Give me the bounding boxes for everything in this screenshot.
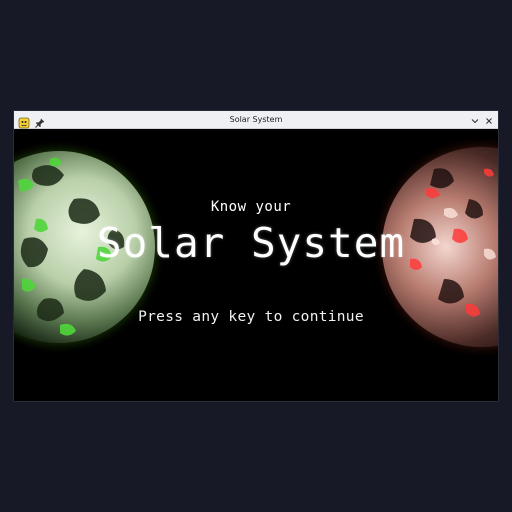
title-bar[interactable]: Solar System	[14, 111, 498, 129]
continue-prompt: Press any key to continue	[138, 309, 364, 325]
splash-title: Solar System	[96, 219, 406, 267]
app-window: Solar System Know your Solar System Pres…	[14, 111, 498, 401]
splash-subtitle: Know your	[210, 199, 292, 215]
game-canvas[interactable]: Know your Solar System Press any key to …	[14, 129, 498, 401]
close-icon[interactable]	[482, 113, 496, 127]
splash-text: Know your Solar System Press any key to …	[14, 129, 498, 401]
chevron-down-icon[interactable]	[468, 113, 482, 127]
desktop-background: Solar System Know your Solar System Pres…	[0, 0, 512, 512]
window-title: Solar System	[229, 115, 283, 124]
